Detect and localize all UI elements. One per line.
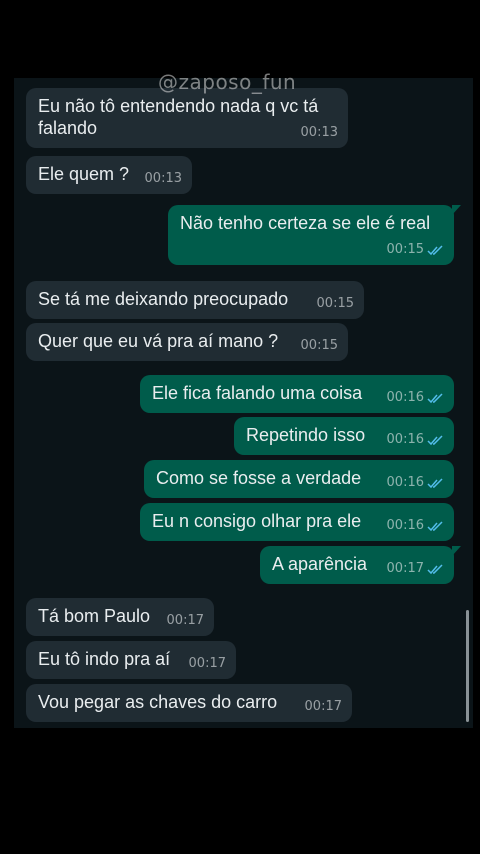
message-bubble-incoming[interactable]: Vou pegar as chaves do carro 00:17 [26,684,352,722]
message-bubble-outgoing[interactable]: Não tenho certeza se ele é real 00:15 [168,205,461,265]
message-bubble-outgoing[interactable]: Como se fosse a verdade 00:16 [144,460,454,498]
message-time: 00:17 [304,699,342,714]
message-time: 00:16 [387,387,444,409]
message-bubble-outgoing[interactable]: Ele fica falando uma coisa 00:16 [140,375,454,413]
message-bubble-incoming[interactable]: Quer que eu vá pra aí mano ? 00:15 [26,323,348,361]
message-text: Se tá me deixando preocupado [38,289,289,309]
double-check-icon [427,477,443,488]
message-bubble-outgoing[interactable]: Repetindo isso 00:16 [234,417,454,455]
bubble-tail [452,546,461,556]
message-time: 00:17 [387,558,444,580]
message-bubble-incoming[interactable]: Se tá me deixando preocupado 00:15 [26,281,364,319]
message-time: 00:13 [300,125,338,140]
double-check-icon [427,520,443,531]
message-time: 00:15 [316,296,354,311]
message-bubble-incoming[interactable]: Eu tô indo pra aí 00:17 [26,641,236,679]
watermark: @zaposo_fun [158,70,297,94]
message-time: 00:15 [300,338,338,353]
message-bubble-incoming[interactable]: Tá bom Paulo 00:17 [26,598,214,636]
message-text: Quer que eu vá pra aí mano ? [38,331,279,351]
message-time: 00:17 [188,656,226,671]
message-bubble-incoming[interactable]: Eu não tô entendendo nada q vc tá faland… [26,88,348,148]
double-check-icon [427,392,443,403]
message-time: 00:15 [387,239,444,261]
message-bubble-outgoing[interactable]: A aparência 00:17 [260,546,461,584]
message-time: 00:16 [387,515,444,537]
double-check-icon [427,563,443,574]
message-bubble-outgoing[interactable]: Eu n consigo olhar pra ele 00:16 [140,503,454,541]
message-time: 00:17 [166,613,204,628]
message-time: 00:16 [387,472,444,494]
message-text: Vou pegar as chaves do carro [38,692,278,712]
message-time: 00:16 [387,429,444,451]
message-text: Eu não tô entendendo nada q vc tá [38,96,319,116]
message-text: Não tenho certeza se ele é real [180,213,431,233]
message-bubble-incoming[interactable]: Ele quem ? 00:13 [26,156,192,194]
bubble-tail [452,205,461,215]
message-text: falando [38,118,98,138]
message-time: 00:13 [144,171,182,186]
scrollbar[interactable] [466,610,469,722]
double-check-icon [427,434,443,445]
double-check-icon [427,244,443,255]
